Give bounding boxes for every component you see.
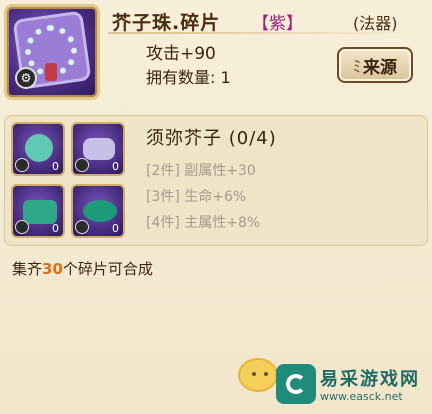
mascot-eye: [264, 372, 268, 376]
synthesis-note-prefix: 集齐: [12, 260, 43, 278]
item-detail-panel: ⚙ 芥子珠.碎片 【紫】 (法器) 攻击+90 拥有数量: 1 ﾐ 来源 0 0…: [0, 0, 432, 414]
watermark-text: 易采游戏网: [320, 369, 420, 390]
mascot-icon: [238, 358, 278, 392]
set-slot[interactable]: 0: [71, 122, 125, 176]
watermark-url: www.easck.net: [320, 390, 403, 403]
slot-count: 0: [112, 222, 119, 235]
fragment-badge-icon: ⚙: [15, 67, 37, 89]
robe-icon: [23, 200, 57, 224]
set-name: 须弥芥子 (0/4): [146, 128, 277, 149]
set-bonus-2: [2件] 副属性+30: [146, 163, 256, 179]
item-title: 芥子珠.碎片: [112, 12, 221, 34]
synthesis-note: 集齐30个碎片可合成: [12, 258, 153, 279]
attack-stat: 攻击+90: [146, 44, 216, 64]
fragment-badge-icon: [15, 158, 29, 172]
item-grade: 【紫】: [252, 14, 303, 34]
synthesis-note-suffix: 个碎片可合成: [62, 260, 153, 278]
slot-count: 0: [112, 160, 119, 173]
slot-count: 0: [52, 160, 59, 173]
bead-necklace-icon: [25, 134, 53, 162]
fragment-badge-icon: [15, 220, 29, 234]
title-divider: [108, 32, 426, 34]
swirl-icon: ﾐ: [352, 57, 361, 76]
set-slot[interactable]: 0: [71, 184, 125, 238]
owned-count: 拥有数量: 1: [146, 68, 231, 87]
item-type: (法器): [353, 14, 398, 33]
fragment-badge-icon: [75, 220, 89, 234]
item-icon[interactable]: ⚙: [4, 4, 100, 100]
mascot-eye: [252, 372, 256, 376]
tassel-icon: [45, 63, 57, 81]
set-bonus-3: [3件] 生命+6%: [146, 189, 247, 205]
hat-icon: [83, 200, 117, 222]
watermark-logo-icon: [276, 364, 316, 404]
source-button-label: 来源: [363, 57, 397, 78]
set-bonus-4: [4件] 主属性+8%: [146, 215, 261, 231]
leaf-icon: [286, 374, 306, 394]
synthesis-note-number: 30: [42, 260, 63, 278]
set-slot[interactable]: 0: [11, 184, 65, 238]
set-slot[interactable]: 0: [11, 122, 65, 176]
fragment-badge-icon: [75, 158, 89, 172]
source-button[interactable]: ﾐ 来源: [337, 47, 413, 83]
amulet-icon: [83, 138, 115, 160]
slot-count: 0: [52, 222, 59, 235]
